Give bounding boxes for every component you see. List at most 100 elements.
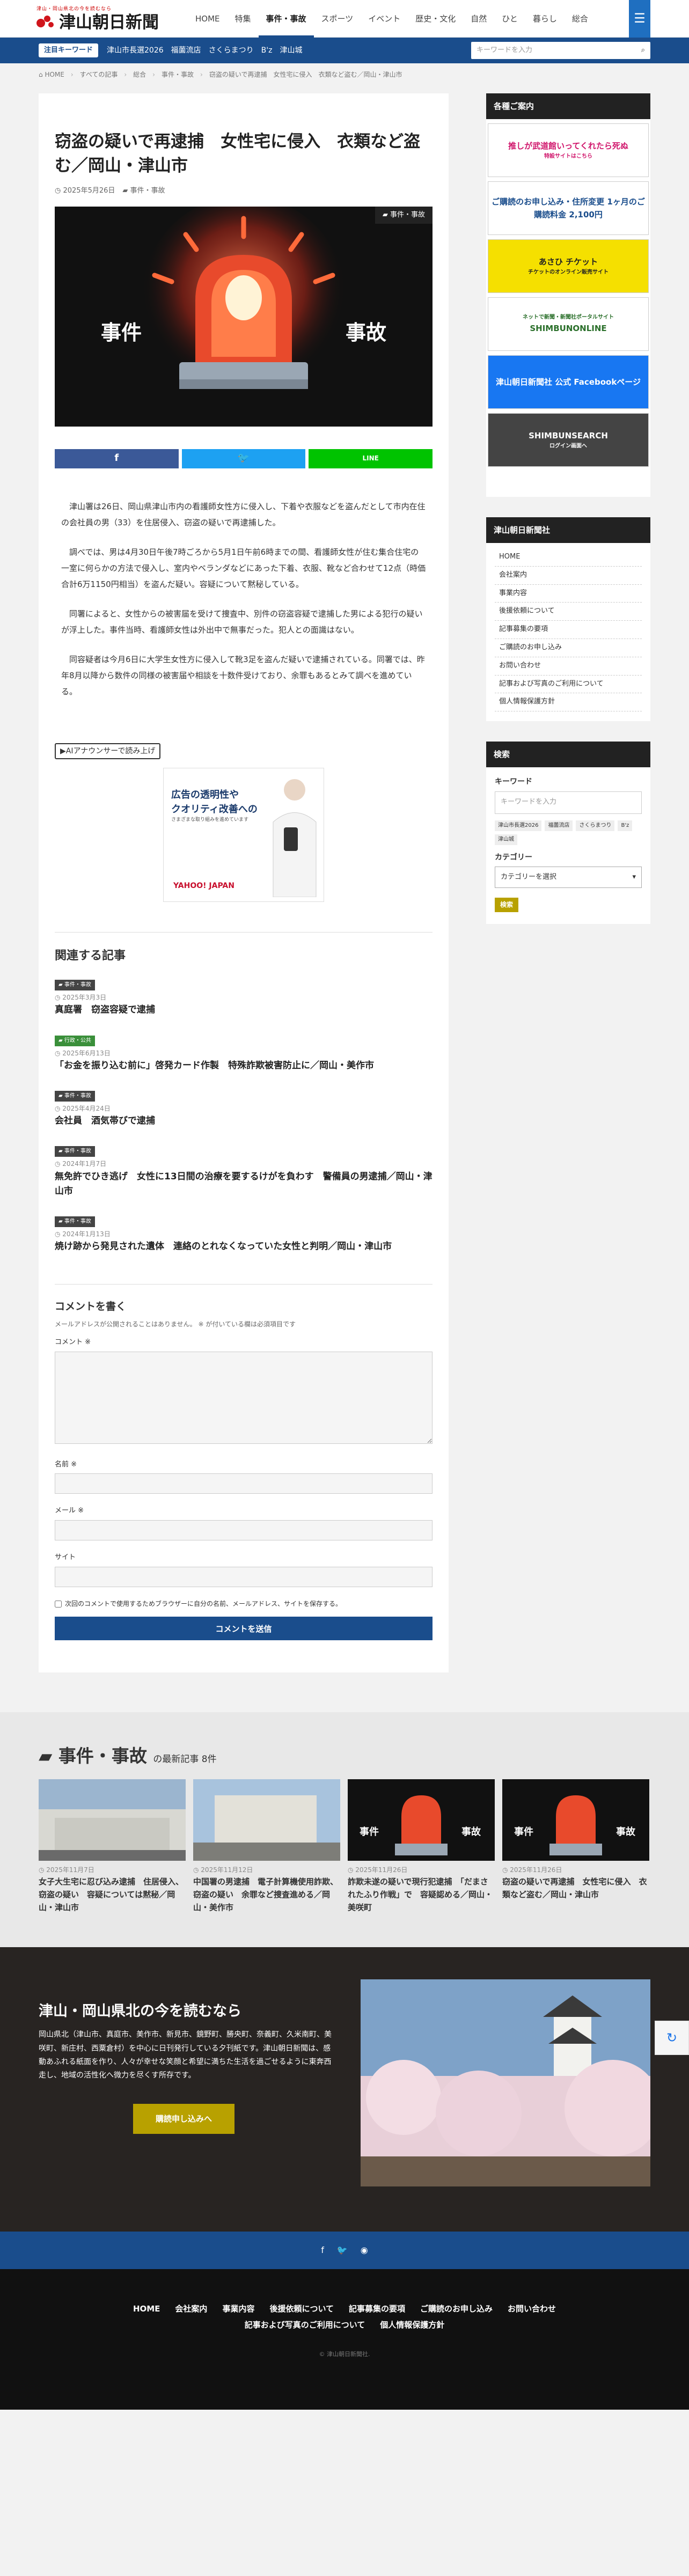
save-info-checkbox[interactable] [55, 1601, 62, 1608]
promo-text: 岡山県北（津山市、真庭市、美作市、新見市、鏡野町、勝央町、奈義町、久米南町、美咲… [39, 2030, 332, 2080]
advertisement[interactable]: 広告の透明性や クオリティ改善への さまざまな取り組みを進めています YAHOO… [163, 768, 324, 902]
latest-card[interactable]: 事件 事故 ◷ 2025年11月26日 窃盗の疑いで再逮捕 女性宅に侵入 衣類など… [502, 1779, 649, 1914]
search-submit-button[interactable]: 検索 [495, 897, 519, 913]
company-link[interactable]: 記事および写真のご利用について [495, 676, 642, 694]
related-article-item[interactable]: ▰ 行政・公共 ◷ 2025年6月13日 「お金を振り込む前に」啓発カード作製 … [55, 1033, 433, 1073]
keyword-link[interactable]: 津山城 [280, 45, 302, 56]
category-select[interactable]: カテゴリーを選択 ▾ [495, 866, 642, 888]
company-link[interactable]: ご購読のお申し込み [495, 639, 642, 657]
keyword-link[interactable]: B'z [261, 45, 273, 56]
comment-textarea[interactable] [55, 1351, 433, 1444]
keyword-link[interactable]: 福薗流店 [171, 45, 201, 56]
footer-link[interactable]: 会社案内 [175, 2302, 207, 2315]
rss-icon[interactable]: ◉ [361, 2243, 368, 2257]
breadcrumb-item[interactable]: すべての記事 [80, 70, 118, 80]
name-field[interactable] [55, 1473, 433, 1494]
company-link[interactable]: 後援依頼について [495, 603, 642, 621]
facebook-share-icon[interactable]: f [55, 449, 179, 468]
facebook-page-banner[interactable]: 津山朝日新聞社 公式 Facebookページ [488, 355, 649, 409]
related-article-item[interactable]: ▰ 事件・事故 ◷ 2025年4月24日 会社員 酒気帯びで逮捕 [55, 1088, 433, 1128]
nav-item-general[interactable]: 総合 [565, 0, 596, 38]
keyword-search-input[interactable]: キーワードを入力 [495, 791, 642, 814]
breadcrumb-item[interactable]: 事件・事故 [162, 70, 194, 80]
footer-link[interactable]: 後援依頼について [269, 2302, 334, 2315]
company-link[interactable]: 事業内容 [495, 585, 642, 603]
category-badge: ▰ 事件・事故 [55, 980, 95, 991]
subscribe-button[interactable]: 購読申し込みへ [133, 2104, 235, 2134]
shimbun-online-banner[interactable]: ネットで新聞・新聞社ポータルサイト SHIMBUNONLINE [488, 297, 649, 351]
shimbun-search-banner[interactable]: SHIMBUNSEARCH ログイン画面へ [488, 413, 649, 467]
submit-comment-button[interactable]: コメントを送信 [55, 1617, 433, 1641]
tag-link[interactable]: 福薗流店 [545, 820, 573, 831]
nav-item-event[interactable]: イベント [361, 0, 408, 38]
nav-item-sports[interactable]: スポーツ [314, 0, 361, 38]
header-search-input[interactable]: キーワードを入力 ⌕ [471, 42, 650, 59]
search-icon[interactable]: ⌕ [641, 45, 645, 56]
footer-link[interactable]: 個人情報保護方針 [380, 2318, 444, 2331]
keyword-link[interactable]: さくらまつり [209, 45, 254, 56]
article-meta: ◷ 2025年5月26日 ▰ 事件・事故 [55, 186, 433, 197]
nav-item-people[interactable]: ひと [494, 0, 525, 38]
nav-item-life[interactable]: 暮らし [525, 0, 565, 38]
footer-link[interactable]: 事業内容 [222, 2302, 254, 2315]
card-title[interactable]: 窃盗の疑いで再逮捕 女性宅に侵入 衣類など盗む／岡山・津山市 [502, 1875, 649, 1901]
hero-image: ▰ 事件・事故 事件 事故 [55, 206, 433, 427]
related-article-item[interactable]: ▰ 事件・事故 ◷ 2025年3月3日 真庭署 窃盗容疑で逮捕 [55, 977, 433, 1017]
tag-link[interactable]: さくらまつり [576, 820, 615, 831]
logo-mark-icon [36, 14, 55, 31]
related-article-title[interactable]: 焼け跡から発見された遺体 連絡のとれなくなっていた女性と判明／岡山・津山市 [55, 1241, 392, 1252]
nav-item-incident[interactable]: 事件・事故 [259, 0, 314, 38]
ai-read-aloud-button[interactable]: ▶AIアナウンサーで読み上げ [55, 743, 161, 760]
nav-item-nature[interactable]: 自然 [463, 0, 494, 38]
line-share-icon[interactable]: LINE [309, 449, 433, 468]
ad-person-illustration [273, 779, 317, 898]
footer-link[interactable]: 記事募集の要項 [349, 2302, 405, 2315]
footer-link[interactable]: ご購読のお申し込み [420, 2302, 493, 2315]
nav-item-feature[interactable]: 特集 [228, 0, 259, 38]
hero-category-badge[interactable]: ▰ 事件・事故 [375, 206, 433, 224]
article-category-link[interactable]: ▰ 事件・事故 [122, 186, 165, 197]
category-badge: ▰ 事件・事故 [55, 1091, 95, 1102]
twitter-icon[interactable]: 🐦 [337, 2243, 348, 2257]
ticket-banner[interactable]: あさひ チケット チケットのオンライン販売サイト [488, 239, 649, 293]
company-link[interactable]: HOME [495, 548, 642, 567]
related-article-title[interactable]: 真庭署 窃盗容疑で逮捕 [55, 1004, 155, 1015]
latest-card[interactable]: 事件 事故 ◷ 2025年11月26日 詐欺未遂の疑いで現行犯逮捕 「だまされたふ… [348, 1779, 495, 1914]
footer-link[interactable]: 記事および写真のご利用について [245, 2318, 365, 2331]
related-article-item[interactable]: ▰ 事件・事故 ◷ 2024年1月7日 無免許でひき逃げ 女性に13日間の治療を… [55, 1143, 433, 1199]
footer-link[interactable]: HOME [133, 2302, 160, 2315]
company-link[interactable]: お問い合わせ [495, 657, 642, 676]
related-article-title[interactable]: 無免許でひき逃げ 女性に13日間の治療を要するけがを負わす 警備員の男逮捕／岡山… [55, 1171, 433, 1197]
facebook-icon[interactable]: f [321, 2243, 324, 2257]
email-field[interactable] [55, 1520, 433, 1541]
keyword-link[interactable]: 津山市長選2026 [107, 45, 164, 56]
company-link[interactable]: 個人情報保護方針 [495, 693, 642, 712]
siren-thumbnail: 事件 事故 [348, 1779, 495, 1861]
company-link[interactable]: 記事募集の要項 [495, 621, 642, 639]
related-article-item[interactable]: ▰ 事件・事故 ◷ 2024年1月13日 焼け跡から発見された遺体 連絡のとれな… [55, 1214, 433, 1254]
twitter-share-icon[interactable]: 🐦 [181, 449, 306, 468]
related-article-title[interactable]: 「お金を振り込む前に」啓発カード作製 特殊詐欺被害防止に／岡山・美作市 [55, 1060, 374, 1071]
article-paragraph: 津山署は26日、岡山県津山市内の看護師女性方に侵入し、下着や衣服などを盗んだとし… [61, 501, 426, 527]
oshibudo-banner[interactable]: 推しが武道館いってくれたら死ぬ 特設サイトはこちら [488, 123, 649, 177]
site-field[interactable] [55, 1567, 433, 1588]
nav-item-home[interactable]: HOME [188, 0, 228, 38]
company-link[interactable]: 会社案内 [495, 567, 642, 585]
breadcrumb-item[interactable]: 総合 [133, 70, 146, 80]
recaptcha-badge-icon[interactable]: ↻ [655, 2021, 689, 2055]
tag-link[interactable]: 津山城 [495, 834, 517, 845]
menu-icon[interactable]: ☰ [629, 0, 650, 38]
card-title[interactable]: 中国署の男逮捕 電子計算機使用詐欺、窃盗の疑い 余罪など捜査進める／岡山・美作市 [193, 1875, 340, 1914]
latest-card[interactable]: ◷ 2025年11月12日 中国署の男逮捕 電子計算機使用詐欺、窃盗の疑い 余罪… [193, 1779, 340, 1914]
subscription-banner[interactable]: ご購読のお申し込み・住所変更 1ヶ月のご購読料金 2,100円 [488, 181, 649, 235]
related-article-title[interactable]: 会社員 酒気帯びで逮捕 [55, 1115, 155, 1126]
tag-link[interactable]: 津山市長選2026 [495, 820, 542, 831]
site-logo[interactable]: 津山・岡山県北の今を読むなら 津山朝日新聞 [36, 5, 188, 32]
tag-link[interactable]: B'z [618, 820, 633, 831]
footer-link[interactable]: お問い合わせ [508, 2302, 556, 2315]
breadcrumb-home[interactable]: ⌂ HOME [39, 70, 64, 80]
card-title[interactable]: 女子大生宅に忍び込み逮捕 住居侵入、窃盗の疑い 容疑については黙秘／岡山・津山市 [39, 1875, 186, 1914]
latest-card[interactable]: ◷ 2025年11月7日 女子大生宅に忍び込み逮捕 住居侵入、窃盗の疑い 容疑に… [39, 1779, 186, 1914]
card-title[interactable]: 詐欺未遂の疑いで現行犯逮捕 「だまされたふり作戦」で 容疑認める／岡山・美咲町 [348, 1875, 495, 1914]
nav-item-history[interactable]: 歴史・文化 [408, 0, 463, 38]
